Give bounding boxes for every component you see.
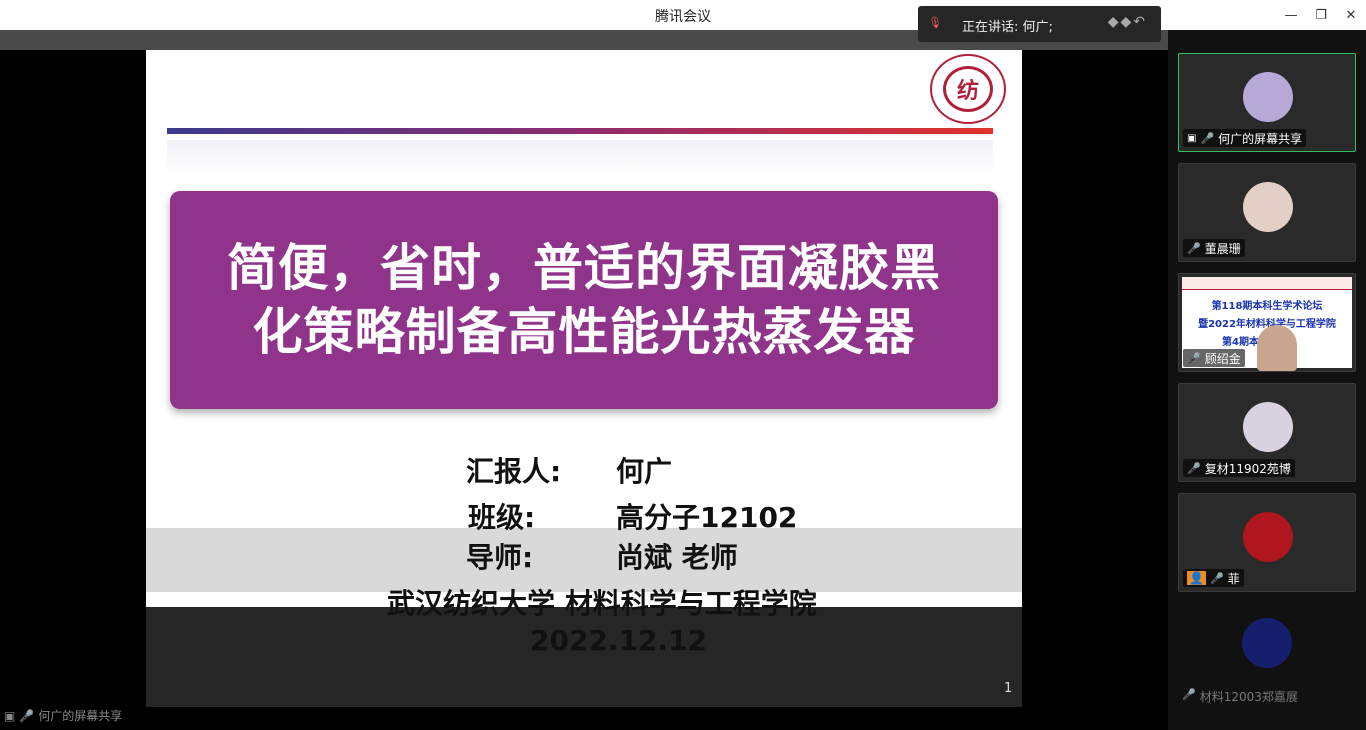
participant-name: 顾绍金 bbox=[1204, 351, 1241, 366]
user-icon: 👤 bbox=[1187, 571, 1206, 585]
participant-name-tag: 🎤 复材11902苑博 bbox=[1183, 459, 1295, 477]
dark-overlay bbox=[146, 607, 1022, 707]
date: 2022.12.12 bbox=[530, 624, 708, 657]
reporter-value: 何广 bbox=[616, 455, 673, 488]
mic-icon: 🎤 bbox=[19, 708, 35, 723]
participant-tile[interactable]: 🎤 材料12003郑嘉展 bbox=[1178, 610, 1356, 709]
app-title: 腾讯会议 bbox=[655, 9, 711, 25]
thumbnail-line: 第118期本科生学术论坛 bbox=[1211, 301, 1323, 312]
screen-share-icon: ▣ bbox=[1187, 132, 1197, 144]
title-bar: 腾讯会议 — ❐ ✕ bbox=[0, 0, 1366, 30]
mic-icon: 🎤 bbox=[1187, 351, 1201, 365]
participant-name-tag: ▣ 🎤 何广的屏幕共享 bbox=[1183, 129, 1307, 147]
avatar bbox=[1242, 618, 1292, 668]
participant-tile[interactable]: 🎤 董晨珊 bbox=[1178, 163, 1356, 262]
advisor-value: 尚斌 老师 bbox=[616, 541, 738, 574]
slide-title-box: 简便，省时，普适的界面凝胶黑 化策略制备高性能光热蒸发器 bbox=[170, 191, 998, 409]
muted-mic-icon: 🎙 bbox=[928, 16, 942, 29]
logo-mark: 纺 bbox=[943, 66, 993, 112]
university-logo: 纺 bbox=[930, 54, 1006, 124]
participant-tile[interactable]: 第118期本科生学术论坛 暨2022年材料科学与工程学院 第4期本 🎤 顾绍金 bbox=[1178, 273, 1356, 372]
slide-title-line1: 简便，省时，普适的界面凝胶黑 bbox=[227, 239, 941, 297]
restore-icon[interactable]: ❐ bbox=[1306, 0, 1336, 30]
close-icon[interactable]: ✕ bbox=[1336, 0, 1366, 30]
page-number: 1 bbox=[1004, 681, 1013, 696]
participant-name-tag: 👤 🎤 菲 bbox=[1183, 569, 1244, 587]
faded-banner bbox=[167, 140, 993, 180]
nav-arrows-icon[interactable]: ◆◆↶ bbox=[1108, 14, 1147, 30]
participant-name: 复材11902苑博 bbox=[1204, 461, 1291, 476]
slide-title-line2: 化策略制备高性能光热蒸发器 bbox=[252, 303, 916, 361]
muted-mic-icon: 🎤 bbox=[1209, 571, 1224, 585]
presentation-slide: 纺 简便，省时，普适的界面凝胶黑 化策略制备高性能光热蒸发器 汇报人: 何广 班… bbox=[146, 50, 1022, 707]
avatar bbox=[1243, 402, 1293, 452]
muted-mic-icon: 🎤 bbox=[1182, 688, 1196, 701]
screen-share-icon: ▣ bbox=[4, 708, 16, 723]
class-label: 班级: bbox=[468, 501, 536, 534]
bottom-status: ▣ 🎤 何广的屏幕共享 bbox=[4, 707, 122, 724]
participant-tile[interactable]: 👤 🎤 菲 bbox=[1178, 493, 1356, 592]
participant-name-tag: 🎤 顾绍金 bbox=[1183, 349, 1245, 367]
gradient-divider bbox=[167, 128, 993, 134]
speaker-video bbox=[1257, 325, 1297, 371]
muted-mic-icon: 🎤 bbox=[1187, 461, 1201, 475]
speaking-label: 正在讲话: 何广; bbox=[962, 20, 1053, 35]
participant-name: 材料12003郑嘉展 bbox=[1199, 690, 1298, 704]
participant-name: 何广的屏幕共享 bbox=[1218, 131, 1303, 146]
class-value: 高分子12102 bbox=[616, 501, 798, 534]
participant-name: 董晨珊 bbox=[1204, 241, 1241, 256]
minimize-icon[interactable]: — bbox=[1276, 0, 1306, 30]
participant-tile[interactable]: ▣ 🎤 何广的屏幕共享 bbox=[1178, 53, 1356, 152]
participant-name-tag: 🎤 董晨珊 bbox=[1183, 239, 1245, 257]
participant-name-tag: 🎤 材料12003郑嘉展 bbox=[1182, 688, 1298, 705]
participant-tile[interactable]: 🎤 复材11902苑博 bbox=[1178, 383, 1356, 482]
thumbnail-header bbox=[1182, 277, 1352, 290]
participant-name: 菲 bbox=[1227, 571, 1240, 586]
window-controls: — ❐ ✕ bbox=[1276, 0, 1366, 30]
thumbnail-line: 第4期本 bbox=[1222, 337, 1259, 348]
muted-mic-icon: 🎤 bbox=[1187, 241, 1201, 255]
affiliation: 武汉纺织大学 材料科学与工程学院 bbox=[387, 587, 817, 620]
avatar bbox=[1243, 182, 1293, 232]
advisor-label: 导师: bbox=[466, 541, 534, 574]
avatar bbox=[1243, 512, 1293, 562]
speaking-indicator: 🎙 正在讲话: 何广; ◆◆↶ bbox=[918, 6, 1161, 42]
status-label: 何广的屏幕共享 bbox=[38, 709, 123, 723]
avatar bbox=[1243, 72, 1293, 122]
reporter-label: 汇报人: bbox=[466, 455, 562, 488]
mic-icon: 🎤 bbox=[1200, 131, 1215, 145]
